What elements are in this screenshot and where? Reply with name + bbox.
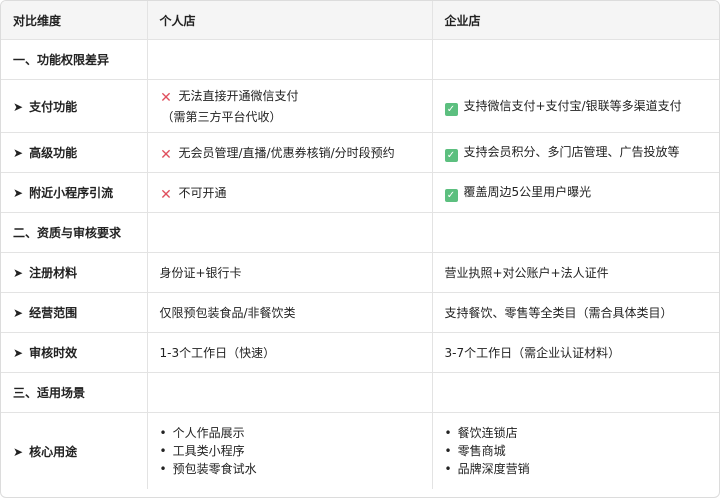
section-title: 三、适用场景 xyxy=(1,372,148,413)
row-label: 注册材料 xyxy=(29,266,78,280)
arrow-icon: ➤ xyxy=(13,306,24,320)
cell-text: 无法直接开通微信支付 xyxy=(178,89,299,103)
cell-text: 支持餐饮、零售等全类目（需合具体类目） xyxy=(432,292,719,333)
list-item: • 预包装零食试水 xyxy=(159,462,257,476)
table-row-review: ➤ 审核时效 1-3个工作日（快速） 3-7个工作日（需企业认证材料） xyxy=(1,332,719,373)
header-personal-store: 个人店 xyxy=(147,1,433,40)
cell-text: 仅限预包装食品/非餐饮类 xyxy=(147,292,433,333)
arrow-icon: ➤ xyxy=(13,444,24,459)
personal-usage-list: • 个人作品展示 • 工具类小程序 • 预包装零食试水 xyxy=(160,424,420,478)
cell-text: 无会员管理/直播/优惠券核销/分时段预约 xyxy=(178,145,395,160)
section-title: 二、资质与审核要求 xyxy=(1,212,148,253)
check-icon: ✓ xyxy=(444,149,458,162)
cell-text: 1-3个工作日（快速） xyxy=(147,332,433,373)
section-title: 一、功能权限差异 xyxy=(1,39,148,80)
cell-text: 3-7个工作日（需企业认证材料） xyxy=(432,332,719,373)
row-label: 附近小程序引流 xyxy=(29,186,114,200)
table-row-nearby: ➤ 附近小程序引流 ✕ 不可开通 ✓ 覆盖周边5公里用户曝光 xyxy=(1,172,719,213)
arrow-icon: ➤ xyxy=(13,146,24,160)
cell-text: 不可开通 xyxy=(178,185,227,200)
list-item: • 零售商城 xyxy=(444,444,506,458)
bullet-icon: • xyxy=(159,462,167,476)
header-enterprise-store: 企业店 xyxy=(432,1,719,40)
arrow-icon: ➤ xyxy=(13,186,24,200)
bullet-icon: • xyxy=(159,426,167,440)
table-header-row: 对比维度 个人店 企业店 xyxy=(1,1,719,40)
cross-icon: ✕ xyxy=(160,186,172,203)
check-icon: ✓ xyxy=(444,102,458,116)
cell-text: 支持会员积分、多门店管理、广告投放等 xyxy=(463,145,680,159)
table-row-payment: ➤ 支付功能 ✕ 无法直接开通微信支付 （需第三方平台代收） ✓ 支持微信支付+支付宝… xyxy=(1,79,719,133)
bullet-icon: • xyxy=(444,444,452,458)
list-item: • 个人作品展示 xyxy=(159,426,245,440)
bullet-icon: • xyxy=(159,444,167,458)
row-label: 高级功能 xyxy=(29,146,78,160)
table-row-usage: ➤ 核心用途 • 个人作品展示 • 工具类小程序 • 预包装零食试水 • 餐饮连锁店 • 零… xyxy=(1,412,719,489)
table-row-advanced: ➤ 高级功能 ✕ 无会员管理/直播/优惠券核销/分时段预约 ✓ 支持会员积分、多门店管… xyxy=(1,132,719,173)
cell-text: 营业执照+对公账户+法人证件 xyxy=(432,252,719,293)
arrow-icon: ➤ xyxy=(13,346,24,360)
list-item: • 餐饮连锁店 xyxy=(444,426,518,440)
list-item: • 工具类小程序 xyxy=(159,444,245,458)
cell-note: （需第三方平台代收） xyxy=(161,110,282,124)
header-dimension: 对比维度 xyxy=(1,1,148,40)
row-label: 经营范围 xyxy=(29,306,78,320)
cell-text: 身份证+银行卡 xyxy=(147,252,433,293)
row-label: 支付功能 xyxy=(29,99,78,114)
table-row-scope: ➤ 经营范围 仅限预包装食品/非餐饮类 支持餐饮、零售等全类目（需合具体类目） xyxy=(1,292,719,333)
arrow-icon: ➤ xyxy=(13,99,24,114)
section-row-function: 一、功能权限差异 xyxy=(1,39,719,80)
cell-text: 覆盖周边5公里用户曝光 xyxy=(463,185,592,199)
cross-icon: ✕ xyxy=(160,90,172,106)
section-row-qualification: 二、资质与审核要求 xyxy=(1,212,719,253)
enterprise-usage-list: • 餐饮连锁店 • 零售商城 • 品牌深度营销 xyxy=(445,424,708,478)
table-row-materials: ➤ 注册材料 身份证+银行卡 营业执照+对公账户+法人证件 xyxy=(1,252,719,293)
check-icon: ✓ xyxy=(444,189,458,202)
comparison-table: 对比维度 个人店 企业店 一、功能权限差异 ➤ 支付功能 ✕ 无法直接开通微信支付 … xyxy=(1,1,719,489)
cell-text: 支持微信支付+支付宝/银联等多渠道支付 xyxy=(463,98,682,113)
list-item: • 品牌深度营销 xyxy=(444,462,530,476)
cross-icon: ✕ xyxy=(160,146,172,163)
section-row-scenario: 三、适用场景 xyxy=(1,372,719,413)
comparison-table-container: 对比维度 个人店 企业店 一、功能权限差异 ➤ 支付功能 ✕ 无法直接开通微信支付 … xyxy=(0,0,720,498)
bullet-icon: • xyxy=(444,462,452,476)
row-label: 核心用途 xyxy=(29,444,78,459)
row-label: 审核时效 xyxy=(29,346,78,360)
bullet-icon: • xyxy=(444,426,452,440)
arrow-icon: ➤ xyxy=(13,266,24,280)
